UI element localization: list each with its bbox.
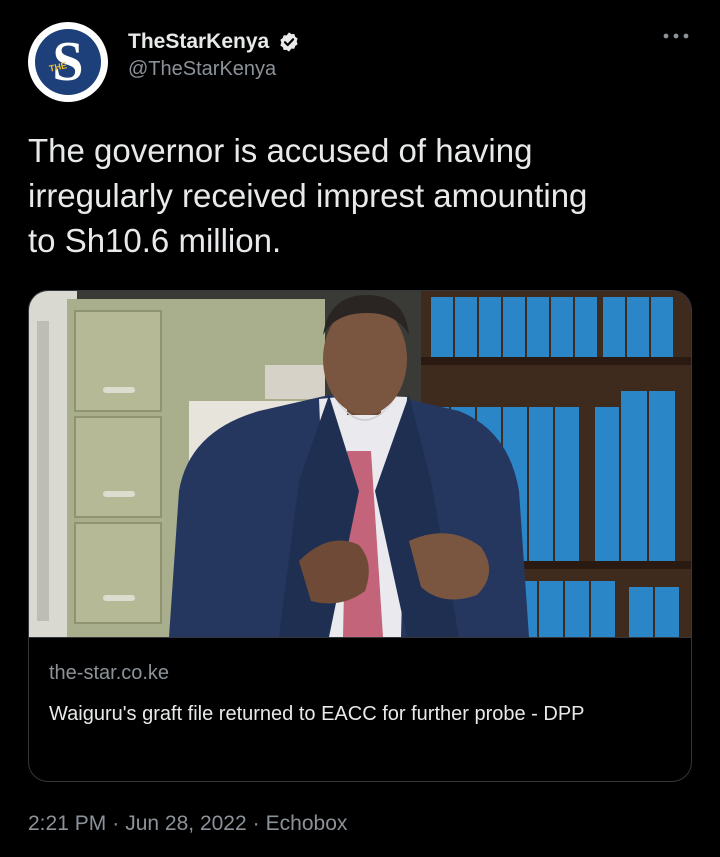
avatar[interactable]: S THE [28,22,108,102]
tweet-time[interactable]: 2:21 PM [28,812,106,836]
avatar-letter: S [52,31,84,93]
link-card-domain: the-star.co.ke [49,662,170,684]
account-names: TheStarKenya @TheStarKenya [128,30,300,81]
link-card-image[interactable] [29,291,691,637]
verified-badge-icon [280,32,298,52]
link-card[interactable]: the-star.co.ke Waiguru's graft file retu… [28,290,692,782]
account-handle[interactable]: @TheStarKenya [128,58,300,81]
separator: · [252,812,260,835]
display-name[interactable]: TheStarKenya [128,30,269,54]
tweet-text: The governor is accused of having irregu… [28,132,588,259]
tweet-footer: 2:21 PM · Jun 28, 2022 · Echobox [28,812,347,836]
tweet-header: S THE TheStarKenya @TheStarKenya [28,22,692,104]
tweet-date[interactable]: Jun 28, 2022 [125,812,246,836]
link-card-meta[interactable]: the-star.co.ke Waiguru's graft file retu… [29,637,691,781]
separator: · [112,812,120,835]
more-options-icon[interactable] [662,28,690,44]
tweet-source: Echobox [265,812,348,835]
link-card-title[interactable]: Waiguru's graft file returned to EACC fo… [49,700,679,729]
